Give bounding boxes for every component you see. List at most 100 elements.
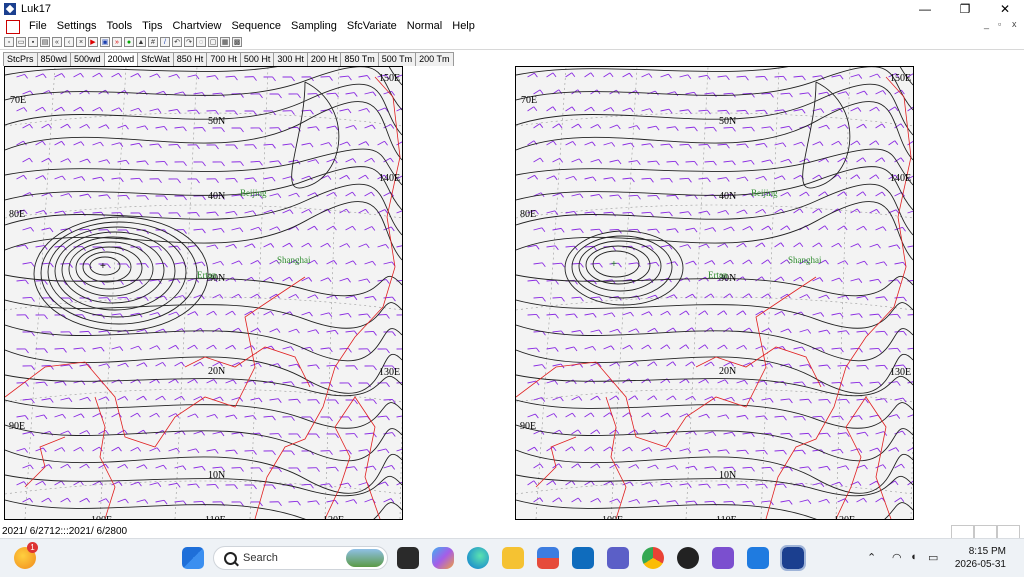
new-file-icon[interactable]: ▫ bbox=[4, 37, 14, 47]
edge-icon[interactable] bbox=[467, 547, 489, 569]
search-highlight-image bbox=[346, 549, 384, 567]
search-placeholder: Search bbox=[243, 552, 278, 564]
weather-map-right[interactable]: 70E80E90E100E110E120E130E140E150E50N40N3… bbox=[515, 66, 914, 520]
wind-barb bbox=[737, 110, 746, 111]
city-label: Beijing bbox=[751, 188, 778, 198]
wind-barb bbox=[226, 178, 235, 179]
longitude-label: 80E bbox=[520, 209, 536, 220]
copilot-icon[interactable] bbox=[432, 547, 454, 569]
store-icon[interactable] bbox=[537, 547, 559, 569]
menu-help[interactable]: Help bbox=[447, 18, 480, 35]
menu-tools[interactable]: Tools bbox=[101, 18, 137, 35]
taskbar: 1 Search ⌃ ◠ ◖ ▭ 8:15 PM 2026-05-31 bbox=[0, 538, 1024, 577]
tab-850-ht[interactable]: 850 Ht bbox=[173, 52, 208, 66]
window-icon[interactable]: ▢ bbox=[208, 37, 218, 47]
chrome-icon[interactable] bbox=[642, 547, 664, 569]
battery-icon[interactable]: ▭ bbox=[928, 551, 938, 564]
folder-icon[interactable] bbox=[502, 547, 524, 569]
wind-barb bbox=[251, 161, 260, 162]
latitude-label: 40N bbox=[719, 191, 736, 202]
menu-normal[interactable]: Normal bbox=[402, 18, 447, 35]
menu-sfcvariate[interactable]: SfcVariate bbox=[342, 18, 402, 35]
tab-850-tm[interactable]: 850 Tm bbox=[340, 52, 378, 66]
wind-barb bbox=[80, 331, 89, 332]
restore-button[interactable]: ❐ bbox=[945, 0, 985, 18]
menu-tips[interactable]: Tips bbox=[137, 18, 167, 35]
zoom-icon[interactable]: ◌ bbox=[196, 37, 206, 47]
volume-icon[interactable]: ◖ bbox=[910, 551, 917, 563]
pen-icon[interactable]: / bbox=[160, 37, 170, 47]
tab-500wd[interactable]: 500wd bbox=[70, 52, 105, 66]
mdi-restore-button[interactable]: ▫ bbox=[998, 19, 1001, 29]
windows-start-icon[interactable] bbox=[182, 547, 204, 569]
map-canvas: 70E80E90E100E110E120E130E140E150E50N40N3… bbox=[5, 67, 402, 519]
close-button[interactable]: ✕ bbox=[985, 0, 1024, 18]
tab-500-tm[interactable]: 500 Tm bbox=[378, 52, 416, 66]
teams-icon[interactable] bbox=[607, 547, 629, 569]
longitude-label: 70E bbox=[10, 95, 26, 106]
redo-icon[interactable]: ↷ bbox=[184, 37, 194, 47]
wind-barb bbox=[699, 144, 708, 145]
menu-sampling[interactable]: Sampling bbox=[286, 18, 342, 35]
wind-barb bbox=[819, 399, 828, 400]
tab-200wd[interactable]: 200wd bbox=[104, 52, 139, 66]
mdi-minimize-button[interactable]: _ bbox=[984, 19, 989, 29]
first-frame-icon[interactable]: « bbox=[52, 37, 62, 47]
tab-200-tm[interactable]: 200 Tm bbox=[415, 52, 453, 66]
up-arrow-icon[interactable]: ▲ bbox=[136, 37, 146, 47]
weather-map-left[interactable]: 70E80E90E100E110E120E130E140E150E50N40N3… bbox=[4, 66, 403, 520]
window-title: Luk17 bbox=[21, 3, 51, 15]
latitude-label: 20N bbox=[719, 366, 736, 377]
chevron-up-icon[interactable]: ⌃ bbox=[867, 551, 876, 564]
menu-file[interactable]: File bbox=[24, 18, 52, 35]
undo-icon[interactable]: ↶ bbox=[172, 37, 182, 47]
open-folder-icon[interactable]: ▭ bbox=[16, 37, 26, 47]
luk17-app-icon bbox=[4, 3, 16, 15]
task-view-icon[interactable] bbox=[397, 547, 419, 569]
tab-700-ht[interactable]: 700 Ht bbox=[206, 52, 241, 66]
step-icon[interactable]: ▣ bbox=[100, 37, 110, 47]
wind-barb bbox=[661, 178, 670, 179]
system-clock[interactable]: 8:15 PM 2026-05-31 bbox=[955, 545, 1006, 571]
globe-icon[interactable]: ● bbox=[124, 37, 134, 47]
blue-app-icon[interactable] bbox=[747, 547, 769, 569]
map-grid-icon[interactable]: ▩ bbox=[232, 37, 242, 47]
wind-barb bbox=[169, 144, 178, 145]
search-box[interactable]: Search bbox=[213, 546, 388, 570]
wifi-icon[interactable]: ◠ bbox=[892, 551, 902, 564]
longitude-label: 130E bbox=[379, 367, 400, 378]
city-label: Ertan bbox=[708, 270, 728, 280]
media-player-icon[interactable] bbox=[677, 547, 699, 569]
menu-chartview[interactable]: Chartview bbox=[168, 18, 227, 35]
stop-icon[interactable]: × bbox=[76, 37, 86, 47]
tab-300-ht[interactable]: 300 Ht bbox=[273, 52, 308, 66]
tab-stcprs[interactable]: StcPrs bbox=[3, 52, 38, 66]
previous-frame-icon[interactable]: ‹ bbox=[64, 37, 74, 47]
luk17-taskbar-icon[interactable] bbox=[782, 547, 804, 569]
wind-barb bbox=[207, 484, 216, 485]
longitude-label: 120E bbox=[834, 515, 855, 519]
tab-500-ht[interactable]: 500 Ht bbox=[240, 52, 275, 66]
mdi-close-button[interactable]: x bbox=[1012, 19, 1017, 29]
save-icon[interactable]: ▪ bbox=[28, 37, 38, 47]
print-icon[interactable]: ▤ bbox=[40, 37, 50, 47]
menu-sequence[interactable]: Sequence bbox=[226, 18, 286, 35]
tab-sfcwat[interactable]: SfcWat bbox=[137, 52, 174, 66]
picture-icon[interactable]: ▦ bbox=[220, 37, 230, 47]
outlook-icon[interactable] bbox=[572, 547, 594, 569]
menu-settings[interactable]: Settings bbox=[52, 18, 102, 35]
tab-200-ht[interactable]: 200 Ht bbox=[307, 52, 342, 66]
grid-icon[interactable]: # bbox=[148, 37, 158, 47]
wind-barb bbox=[775, 450, 784, 451]
latitude-label: 10N bbox=[719, 470, 736, 481]
play-icon[interactable]: ▶ bbox=[88, 37, 98, 47]
wind-barb bbox=[648, 195, 657, 196]
visual-studio-icon[interactable] bbox=[712, 547, 734, 569]
fast-forward-icon[interactable]: » bbox=[112, 37, 122, 47]
tab-850wd[interactable]: 850wd bbox=[37, 52, 72, 66]
wind-barb bbox=[832, 382, 841, 383]
wind-barb bbox=[194, 501, 203, 502]
wind-barb bbox=[591, 263, 600, 264]
minimize-button[interactable]: — bbox=[905, 0, 945, 18]
document-icon[interactable] bbox=[6, 20, 20, 34]
